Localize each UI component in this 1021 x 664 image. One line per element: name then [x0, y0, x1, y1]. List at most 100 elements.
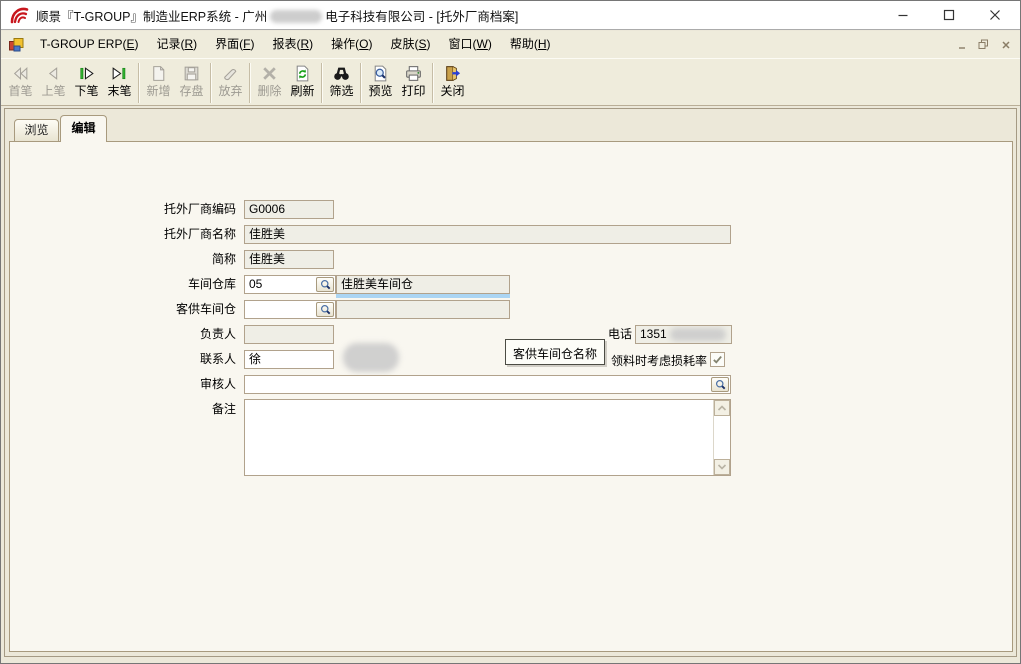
toolbar: 首笔 上笔 下笔 末笔 新增 — [1, 58, 1020, 105]
print-icon — [404, 64, 423, 83]
workshop-warehouse-lookup-button[interactable] — [316, 277, 334, 292]
menu-item-help[interactable]: 帮助(H) — [501, 34, 560, 55]
last-record-button[interactable]: 末笔 — [103, 62, 136, 99]
lookup-magnifier-icon — [714, 378, 727, 391]
remark-label: 备注 — [10, 400, 236, 419]
last-record-icon — [110, 64, 129, 83]
scroll-up-button[interactable] — [714, 400, 730, 416]
maximize-icon — [943, 9, 955, 21]
next-record-button[interactable]: 下笔 — [70, 62, 103, 99]
redacted-company-name — [270, 10, 322, 23]
minimize-button[interactable] — [880, 1, 926, 29]
close-doc-icon — [443, 64, 462, 83]
mdi-client-area: 浏览 编辑 托外厂商编码 G0006 托外厂商名称 佳胜美 简称 佳胜美 车间仓… — [1, 105, 1020, 663]
save-icon — [182, 64, 201, 83]
short-name-label: 简称 — [10, 250, 236, 269]
redacted-phone-digits — [670, 328, 726, 341]
vendor-code-label: 托外厂商编码 — [10, 200, 236, 219]
first-record-icon — [11, 64, 30, 83]
menu-item-window[interactable]: 窗口(W) — [440, 34, 501, 55]
new-icon — [149, 64, 168, 83]
remark-textarea[interactable] — [244, 399, 731, 476]
menu-item-skins[interactable]: 皮肤(S) — [382, 34, 440, 55]
new-button[interactable]: 新增 — [142, 62, 175, 99]
toolbar-separator — [210, 63, 212, 103]
edit-tab-page: 托外厂商编码 G0006 托外厂商名称 佳胜美 简称 佳胜美 车间仓库 05 佳… — [9, 141, 1013, 652]
toolbar-separator — [360, 63, 362, 103]
close-window-button[interactable]: 关闭 — [436, 62, 469, 99]
chevron-down-icon — [717, 463, 727, 471]
filter-button[interactable]: 筛选 — [325, 62, 358, 99]
menu-item-operations[interactable]: 操作(O) — [322, 34, 381, 55]
auditor-label: 审核人 — [10, 375, 236, 394]
mdi-restore-button[interactable] — [977, 39, 990, 51]
customer-warehouse-code-field[interactable] — [244, 300, 336, 319]
preview-icon — [371, 64, 390, 83]
vendor-code-field[interactable]: G0006 — [244, 200, 334, 219]
auditor-lookup-button[interactable] — [711, 377, 729, 392]
close-icon — [989, 9, 1001, 21]
window-title: 顺景『T-GROUP』制造业ERP系统 - 广州电子科技有限公司 - [托外厂商… — [36, 6, 518, 25]
phone-field[interactable]: 1351 — [635, 325, 732, 344]
preview-button[interactable]: 预览 — [364, 62, 397, 99]
customer-warehouse-lookup-button[interactable] — [316, 302, 334, 317]
toolbar-separator — [321, 63, 323, 103]
mdi-close-icon — [1001, 40, 1011, 50]
menu-item-reports[interactable]: 报表(R) — [264, 34, 323, 55]
customer-warehouse-name-field[interactable] — [336, 300, 510, 319]
vendor-name-field[interactable]: 佳胜美 — [244, 225, 731, 244]
refresh-button[interactable]: 刷新 — [286, 62, 319, 99]
toolbar-separator — [249, 63, 251, 103]
lookup-magnifier-icon — [319, 303, 332, 316]
checkmark-icon — [712, 354, 723, 365]
refresh-icon — [293, 64, 312, 83]
mdi-restore-icon — [978, 39, 989, 50]
filter-icon — [332, 64, 351, 83]
tab-browse[interactable]: 浏览 — [14, 119, 59, 141]
print-button[interactable]: 打印 — [397, 62, 430, 99]
loss-rate-checkbox[interactable] — [710, 352, 725, 367]
menu-item-tgroup-erp[interactable]: T-GROUP ERP(E) — [31, 34, 147, 55]
mdi-close-button[interactable] — [999, 39, 1012, 51]
focus-underline — [336, 294, 510, 298]
toolbar-separator — [138, 63, 140, 103]
manager-field[interactable] — [244, 325, 334, 344]
menu-item-records[interactable]: 记录(R) — [147, 34, 206, 55]
app-logo-icon — [9, 5, 29, 25]
tooltip: 客供车间仓名称 — [505, 339, 605, 365]
next-record-icon — [77, 64, 96, 83]
auditor-field[interactable] — [244, 375, 731, 394]
tab-edit[interactable]: 编辑 — [60, 115, 107, 142]
lookup-magnifier-icon — [319, 278, 332, 291]
contact-field[interactable]: 徐 — [244, 350, 334, 369]
toolbar-separator — [432, 63, 434, 103]
workshop-warehouse-name-field[interactable]: 佳胜美车间仓 — [336, 275, 510, 294]
mdi-minimize-icon — [957, 40, 967, 50]
window-controls — [880, 1, 1018, 29]
delete-icon — [260, 64, 279, 83]
mdi-child-controls — [955, 39, 1012, 51]
manager-label: 负责人 — [10, 325, 236, 344]
scroll-down-button[interactable] — [714, 459, 730, 475]
maximize-button[interactable] — [926, 1, 972, 29]
delete-button[interactable]: 删除 — [253, 62, 286, 99]
menu-bar: T-GROUP ERP(E) 记录(R) 界面(F) 报表(R) 操作(O) 皮… — [1, 31, 1020, 58]
document-window-icon — [8, 37, 25, 53]
workshop-warehouse-label: 车间仓库 — [10, 275, 236, 294]
app-window: 顺景『T-GROUP』制造业ERP系统 - 广州电子科技有限公司 - [托外厂商… — [0, 0, 1021, 664]
menu-item-interface[interactable]: 界面(F) — [206, 34, 263, 55]
discard-button[interactable]: 放弃 — [214, 62, 247, 99]
prev-record-button[interactable]: 上笔 — [37, 62, 70, 99]
title-bar: 顺景『T-GROUP』制造业ERP系统 - 广州电子科技有限公司 - [托外厂商… — [1, 1, 1020, 30]
remark-scrollbar[interactable] — [713, 400, 730, 475]
mdi-minimize-button[interactable] — [955, 39, 968, 51]
close-button[interactable] — [972, 1, 1018, 29]
first-record-button[interactable]: 首笔 — [4, 62, 37, 99]
minimize-icon — [897, 9, 909, 21]
short-name-field[interactable]: 佳胜美 — [244, 250, 334, 269]
save-button[interactable]: 存盘 — [175, 62, 208, 99]
vendor-name-label: 托外厂商名称 — [10, 225, 236, 244]
workshop-warehouse-code-field[interactable]: 05 — [244, 275, 336, 294]
discard-icon — [221, 64, 240, 83]
prev-record-icon — [44, 64, 63, 83]
